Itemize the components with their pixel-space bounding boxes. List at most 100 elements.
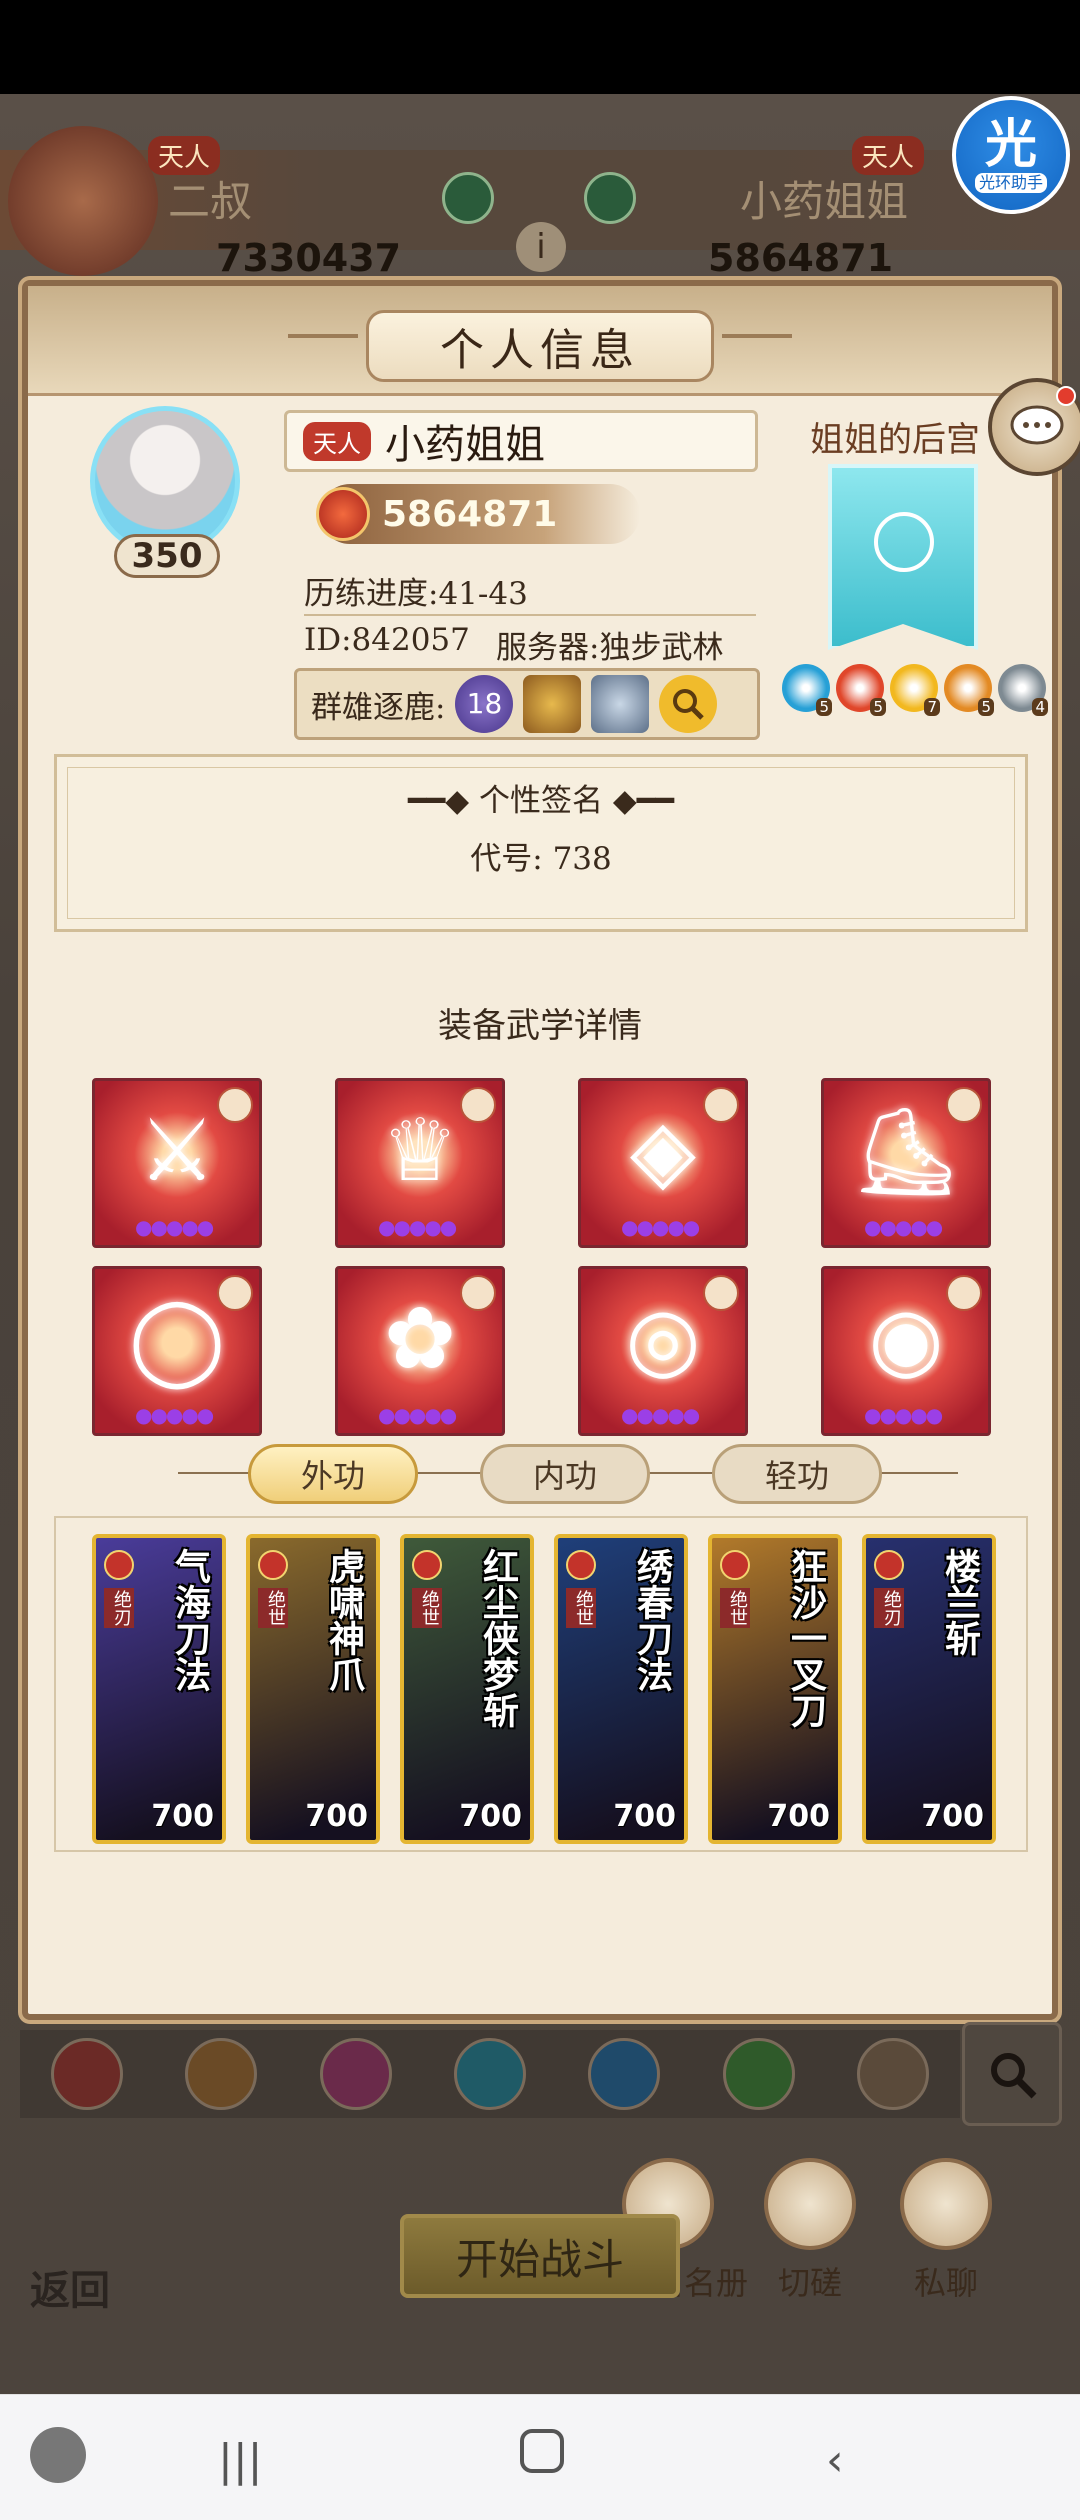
left-player-avatar bbox=[8, 126, 158, 276]
power-row: 5864871 bbox=[316, 484, 640, 544]
duel-label: 切磋 bbox=[777, 2264, 842, 2302]
pet-level: 5 bbox=[816, 698, 832, 716]
skill-card[interactable]: 绝世 狂沙一叉刀 700 bbox=[708, 1534, 842, 1844]
sword-emblem-icon[interactable] bbox=[51, 2038, 124, 2110]
notification-dot bbox=[1056, 386, 1076, 406]
left-player-power: 7330437 bbox=[216, 236, 402, 280]
skill-row: 绝刃 气海刀法 700 绝世 虎啸神爪 700 绝世 红尘侠梦斩 700 绝世 … bbox=[92, 1534, 996, 1844]
equipment-slot-staff[interactable]: ✿ ●●●●● bbox=[335, 1266, 505, 1436]
progress-text: 历练进度:41-43 bbox=[304, 576, 528, 612]
recent-apps-icon[interactable]: ||| bbox=[218, 2435, 262, 2486]
star-rating-icon: ●●●●● bbox=[135, 1215, 214, 1239]
pet-icon[interactable]: 7 bbox=[890, 664, 940, 716]
fist-icon bbox=[764, 2158, 856, 2250]
right-emblem-icon bbox=[584, 172, 636, 224]
title-decoration-left bbox=[288, 334, 358, 338]
skill-card[interactable]: 绝刃 气海刀法 700 bbox=[92, 1534, 226, 1844]
grade-icon bbox=[412, 1550, 442, 1580]
trident-icon bbox=[523, 675, 582, 733]
blade-emblem-icon[interactable] bbox=[185, 2038, 258, 2110]
skill-name: 气海刀法 bbox=[169, 1548, 211, 1692]
left-player-name: 二叔 bbox=[168, 177, 253, 226]
pet-icon[interactable]: 5 bbox=[944, 664, 994, 716]
pet-level: 4 bbox=[1032, 698, 1048, 716]
player-name-box: 天人 小药姐姐 bbox=[284, 410, 758, 472]
equipment-slot-ring[interactable]: ◉ ●●●●● bbox=[821, 1266, 991, 1436]
quality-badge-icon bbox=[946, 1087, 982, 1123]
equipment-slot-sword[interactable]: ⚔ ●●●●● bbox=[92, 1078, 262, 1248]
star-rating-icon: ●●●●● bbox=[135, 1403, 214, 1427]
quality-badge-icon bbox=[460, 1275, 496, 1311]
star-rating-icon: ●●●●● bbox=[378, 1403, 457, 1427]
game-controller-icon[interactable] bbox=[30, 2427, 86, 2483]
player-avatar-block[interactable]: 350 bbox=[80, 406, 250, 586]
fan-emblem-icon[interactable] bbox=[453, 2038, 526, 2110]
taiji-emblem-icon[interactable] bbox=[588, 2038, 661, 2110]
skill-card[interactable]: 绝世 虎啸神爪 700 bbox=[246, 1534, 380, 1844]
arrow-emblem-icon[interactable] bbox=[856, 2038, 929, 2110]
palm-emblem-icon[interactable] bbox=[319, 2038, 392, 2110]
skill-tag: 绝刃 bbox=[874, 1588, 904, 1628]
equipment-slot-bracelet[interactable]: ◎ ●●●●● bbox=[578, 1266, 748, 1436]
back-nav-icon[interactable]: ‹ bbox=[826, 2435, 844, 2486]
star-rating-icon: ●●●●● bbox=[378, 1215, 457, 1239]
skill-tag: 绝世 bbox=[258, 1588, 288, 1628]
skill-card[interactable]: 绝世 红尘侠梦斩 700 bbox=[400, 1534, 534, 1844]
player-name: 小药姐姐 bbox=[385, 422, 545, 468]
skill-power: 700 bbox=[459, 1799, 522, 1834]
pet-icon[interactable]: 5 bbox=[782, 664, 832, 716]
grade-icon bbox=[258, 1550, 288, 1580]
skill-tag: 绝世 bbox=[720, 1588, 750, 1628]
duel-button[interactable]: 切磋 bbox=[764, 2158, 856, 2304]
chat-bubble-icon[interactable] bbox=[988, 378, 1080, 476]
equipment-slot-belt[interactable]: ◈ ●●●●● bbox=[578, 1078, 748, 1248]
magnifier-icon[interactable] bbox=[659, 675, 718, 733]
pet-icon[interactable]: 5 bbox=[836, 664, 886, 716]
quality-badge-icon bbox=[703, 1275, 739, 1311]
info-icon[interactable]: i bbox=[516, 222, 566, 272]
start-battle-button[interactable]: 开始战斗 bbox=[400, 2214, 680, 2298]
equipment-slot-robe[interactable]: ♕ ●●●●● bbox=[335, 1078, 505, 1248]
search-icon[interactable] bbox=[962, 2022, 1062, 2126]
home-icon[interactable] bbox=[520, 2429, 564, 2473]
skill-power: 700 bbox=[613, 1799, 676, 1834]
skill-name: 楼兰斩 bbox=[939, 1548, 981, 1656]
divider bbox=[304, 614, 756, 616]
profile-modal: 个人信息 350 天人 小药姐姐 5864871 历练进度:41-43 ID:8… bbox=[22, 280, 1080, 2302]
star-rating-icon: ●●●●● bbox=[864, 1403, 943, 1427]
right-player-power: 5864871 bbox=[708, 236, 894, 280]
equipment-slot-boots[interactable]: ⛸ ●●●●● bbox=[821, 1078, 991, 1248]
skill-tag: 绝世 bbox=[566, 1588, 596, 1628]
tab-0[interactable]: 外功 bbox=[248, 1444, 418, 1504]
star-rating-icon: ●●●●● bbox=[621, 1215, 700, 1239]
private-chat-label: 私聊 bbox=[913, 2264, 978, 2302]
skill-tag: 绝刃 bbox=[104, 1588, 134, 1628]
equipment-slot-necklace[interactable]: ◯ ●●●●● bbox=[92, 1266, 262, 1436]
quality-badge-icon bbox=[460, 1087, 496, 1123]
quality-badge-icon bbox=[217, 1275, 253, 1311]
pet-icon[interactable]: 4 bbox=[998, 664, 1048, 716]
skill-card[interactable]: 绝刃 楼兰斩 700 bbox=[862, 1534, 996, 1844]
pet-row: 5 5 7 5 4 bbox=[782, 664, 1048, 716]
signature-title: ━━◆ 个性签名 ◆━━ bbox=[57, 775, 1025, 820]
system-nav-bar: ||| ‹ bbox=[0, 2394, 1080, 2520]
bottom-icon-row bbox=[20, 2030, 960, 2118]
tab-2[interactable]: 轻功 bbox=[712, 1444, 882, 1504]
clash-box: 群雄逐鹿: 18 bbox=[294, 668, 760, 740]
quality-badge-icon bbox=[946, 1275, 982, 1311]
skill-card[interactable]: 绝世 绣春刀法 700 bbox=[554, 1534, 688, 1844]
halo-assistant-button[interactable]: 光 光环助手 bbox=[952, 96, 1070, 214]
skill-name: 红尘侠梦斩 bbox=[477, 1548, 519, 1728]
spiral-emblem-icon[interactable] bbox=[722, 2038, 795, 2110]
modal-title: 个人信息 bbox=[366, 310, 714, 382]
grade-icon bbox=[566, 1550, 596, 1580]
signature-title-text: 个性签名 bbox=[479, 783, 603, 819]
back-button[interactable]: 返回 bbox=[30, 2258, 110, 2316]
signature-text: 代号: 738 bbox=[470, 841, 612, 877]
tab-1[interactable]: 内功 bbox=[480, 1444, 650, 1504]
private-chat-button[interactable]: 私聊 bbox=[900, 2158, 992, 2304]
clash-rank-badge: 18 bbox=[455, 675, 514, 733]
quality-badge-icon bbox=[703, 1087, 739, 1123]
grade-icon bbox=[874, 1550, 904, 1580]
player-id: ID:842057 bbox=[304, 622, 470, 658]
